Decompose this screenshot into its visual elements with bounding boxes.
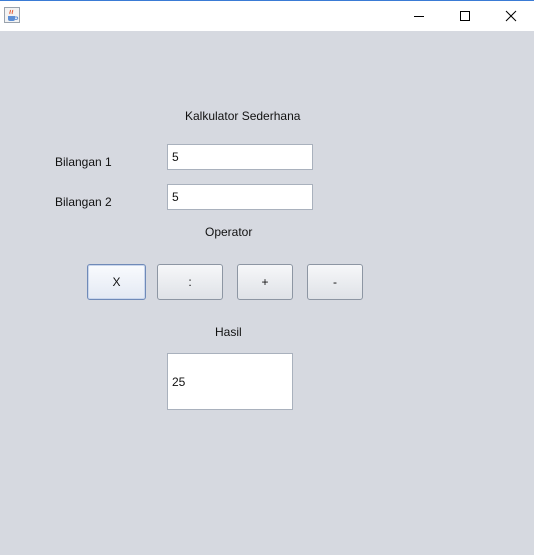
bilangan1-label: Bilangan 1 [55,155,112,169]
minimize-button[interactable] [396,1,442,30]
maximize-button[interactable] [442,1,488,30]
title-bar[interactable] [0,1,534,31]
operator-label: Operator [205,225,253,239]
add-button[interactable]: + [237,264,293,300]
java-cup-icon [4,7,20,23]
divide-button[interactable]: : [157,264,223,300]
maximize-icon [459,10,471,22]
close-icon [505,10,517,22]
app-window: Kalkulator Sederhana Bilangan 1 Bilangan… [0,0,534,555]
subtract-button[interactable]: - [307,264,363,300]
hasil-label: Hasil [215,325,242,339]
close-button[interactable] [488,1,534,30]
content-panel: Kalkulator Sederhana Bilangan 1 Bilangan… [0,31,534,555]
bilangan2-input[interactable] [167,184,313,210]
hasil-value: 25 [172,374,186,389]
bilangan2-label: Bilangan 2 [55,195,112,209]
minimize-icon [413,10,425,22]
page-title: Kalkulator Sederhana [185,109,301,123]
bilangan1-input[interactable] [167,144,313,170]
multiply-button[interactable]: X [87,264,146,300]
hasil-output: 25 [167,353,293,410]
